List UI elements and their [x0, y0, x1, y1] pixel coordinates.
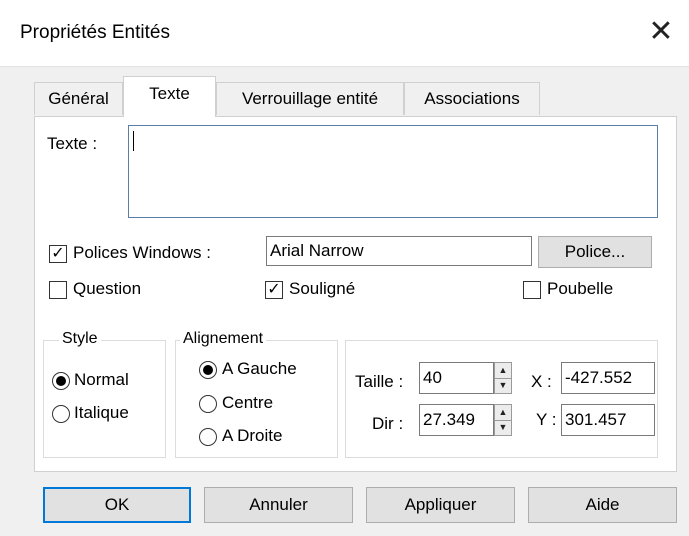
poubelle-checkbox[interactable]	[523, 281, 541, 299]
polices-windows-label: Polices Windows :	[73, 243, 211, 262]
dir-input[interactable]: 27.349	[419, 404, 494, 436]
window-title: Propriétés Entités	[20, 22, 170, 43]
polices-windows-checkbox[interactable]: ✓	[49, 245, 67, 263]
ok-button[interactable]: OK	[43, 487, 191, 523]
annuler-button[interactable]: Annuler	[204, 487, 353, 523]
radio-a-gauche[interactable]	[199, 361, 217, 379]
x-input[interactable]: -427.552	[561, 362, 655, 394]
tab-verrouillage-entite[interactable]: Verrouillage entité	[216, 82, 404, 115]
radio-a-droite[interactable]	[199, 428, 217, 446]
taille-label: Taille :	[355, 372, 404, 391]
tab-general[interactable]: Général	[34, 82, 123, 115]
spin-down-icon[interactable]: ▼	[495, 420, 511, 435]
appliquer-button[interactable]: Appliquer	[366, 487, 515, 523]
souligne-label: Souligné	[289, 279, 356, 298]
radio-italique[interactable]	[52, 405, 70, 423]
radio-centre-label: Centre	[222, 393, 274, 412]
y-label: Y :	[536, 410, 557, 429]
poubelle-label: Poubelle	[547, 279, 614, 298]
style-group	[43, 340, 166, 458]
texte-input[interactable]	[128, 125, 658, 218]
radio-centre[interactable]	[199, 395, 217, 413]
aide-button[interactable]: Aide	[528, 487, 677, 523]
radio-a-gauche-label: A Gauche	[222, 359, 297, 378]
tab-texte[interactable]: Texte	[123, 76, 216, 117]
radio-a-droite-label: A Droite	[222, 426, 283, 445]
taille-input[interactable]: 40	[419, 362, 494, 394]
font-name-field[interactable]: Arial Narrow	[266, 236, 532, 266]
souligne-checkbox[interactable]: ✓	[265, 281, 283, 299]
close-icon[interactable]: ✕	[646, 12, 676, 52]
radio-italique-label: Italique	[74, 403, 129, 422]
alignement-legend: Alignement	[180, 330, 267, 348]
style-legend: Style	[59, 330, 101, 348]
dir-label: Dir :	[372, 414, 404, 433]
spin-up-icon[interactable]: ▲	[495, 405, 511, 421]
radio-normal[interactable]	[52, 372, 70, 390]
texte-label: Texte :	[47, 134, 98, 153]
radio-normal-label: Normal	[74, 370, 129, 389]
tab-associations[interactable]: Associations	[404, 82, 540, 115]
dir-spinner[interactable]: ▲ ▼	[494, 404, 512, 436]
police-button[interactable]: Police...	[538, 236, 652, 268]
spin-up-icon[interactable]: ▲	[495, 363, 511, 379]
question-label: Question	[73, 279, 142, 298]
text-caret	[133, 131, 134, 151]
geometry-group	[345, 340, 658, 458]
taille-spinner[interactable]: ▲ ▼	[494, 362, 512, 394]
question-checkbox[interactable]	[49, 281, 67, 299]
y-input[interactable]: 301.457	[561, 404, 655, 436]
spin-down-icon[interactable]: ▼	[495, 378, 511, 393]
x-label: X :	[531, 372, 552, 391]
